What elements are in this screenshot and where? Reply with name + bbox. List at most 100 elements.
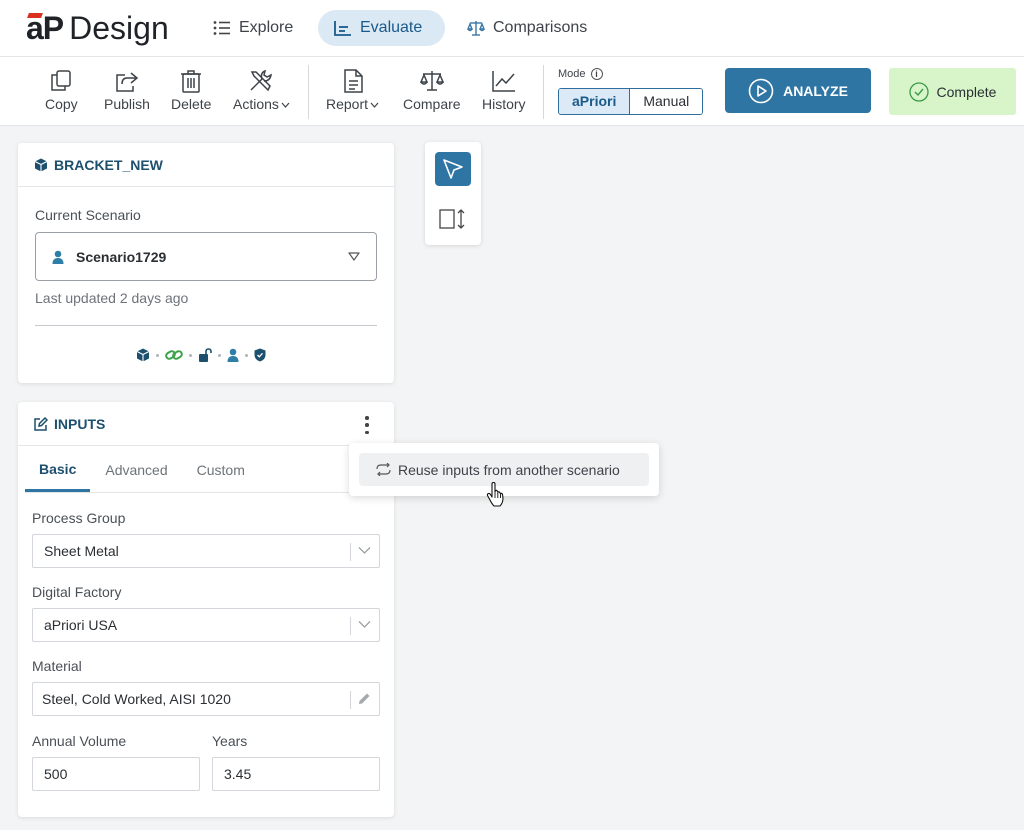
last-updated: Last updated 2 days ago xyxy=(35,290,189,306)
part-title: BRACKET_NEW xyxy=(54,156,163,173)
scenario-select[interactable]: Scenario1729 xyxy=(35,232,377,281)
check-circle-icon xyxy=(908,81,929,102)
copy-button[interactable]: Copy xyxy=(45,69,78,112)
app-logo[interactable]: aP Design xyxy=(26,10,169,46)
delete-button[interactable]: Delete xyxy=(171,69,211,112)
status-badge: Complete xyxy=(889,68,1016,115)
status-text: Complete xyxy=(936,83,997,100)
link-icon[interactable] xyxy=(165,348,183,362)
top-nav: aP Design Explore Evaluate Comparisons xyxy=(0,0,1024,57)
share-icon xyxy=(116,72,139,92)
chart-icon xyxy=(334,21,351,36)
unlock-icon[interactable] xyxy=(198,348,212,362)
tab-basic[interactable]: Basic xyxy=(25,447,91,492)
inputs-tabs: Basic Advanced Custom xyxy=(25,447,394,493)
trash-icon xyxy=(181,70,202,93)
delete-label: Delete xyxy=(171,96,212,112)
user-icon[interactable] xyxy=(227,348,239,362)
refresh-icon xyxy=(376,463,391,476)
material-value: Steel, Cold Worked, AISI 1020 xyxy=(42,691,231,707)
tab-advanced[interactable]: Advanced xyxy=(91,447,181,492)
compare-label: Compare xyxy=(403,96,461,112)
actions-label: Actions xyxy=(233,96,290,112)
nav-tab-label: Explore xyxy=(239,19,294,36)
chevron-down-icon xyxy=(358,547,371,554)
material-field[interactable]: Steel, Cold Worked, AISI 1020 xyxy=(32,682,380,716)
years-value: 3.45 xyxy=(224,766,252,782)
user-icon xyxy=(52,250,64,264)
info-icon[interactable]: i xyxy=(590,68,603,80)
logo-mark: aP xyxy=(26,9,64,46)
copy-label: Copy xyxy=(45,96,78,112)
cursor-arrow-icon xyxy=(443,159,463,179)
nav-tab-label: Evaluate xyxy=(360,19,423,36)
inputs-title: INPUTS xyxy=(54,415,106,432)
scenario-value: Scenario1729 xyxy=(76,248,167,265)
annual-volume-label: Annual Volume xyxy=(32,733,127,749)
part-card-header: BRACKET_NEW xyxy=(18,143,394,187)
section-view-icon xyxy=(439,209,465,229)
scale-icon xyxy=(467,21,485,36)
nav-tab-evaluate[interactable]: Evaluate xyxy=(318,10,445,46)
scale-icon xyxy=(419,71,444,91)
list-icon xyxy=(213,21,230,35)
cube-icon xyxy=(34,158,48,171)
logo-name: Design xyxy=(69,9,169,46)
inputs-card: INPUTS Basic Advanced Custom Process Gro… xyxy=(18,402,394,817)
years-label: Years xyxy=(212,733,248,749)
process-group-value: Sheet Metal xyxy=(44,543,119,559)
chevron-down-icon xyxy=(370,102,379,108)
mode-option-apriori[interactable]: aPriori xyxy=(559,89,631,114)
hand-cursor-icon xyxy=(486,482,504,507)
nav-tab-comparisons[interactable]: Comparisons xyxy=(451,10,603,46)
analyze-button[interactable]: ANALYZE xyxy=(725,68,871,113)
inputs-card-header: INPUTS xyxy=(18,402,394,446)
process-group-select[interactable]: Sheet Metal xyxy=(32,534,380,568)
toolbar-divider xyxy=(308,65,309,119)
document-icon xyxy=(343,69,363,93)
cube-icon[interactable] xyxy=(136,348,150,362)
caret-down-icon xyxy=(348,252,360,261)
digital-factory-select[interactable]: aPriori USA xyxy=(32,608,380,642)
tools-icon xyxy=(250,69,273,92)
publish-button[interactable]: Publish xyxy=(104,69,150,112)
mode-option-manual[interactable]: Manual xyxy=(630,89,703,114)
report-label: Report xyxy=(326,96,379,112)
compare-button[interactable]: Compare xyxy=(403,69,461,112)
edit-icon xyxy=(34,416,48,431)
play-icon xyxy=(748,78,774,103)
history-label: History xyxy=(482,96,526,112)
line-chart-icon xyxy=(492,71,515,92)
chevron-down-icon xyxy=(358,621,371,628)
part-card: BRACKET_NEW Current Scenario Scenario172… xyxy=(18,143,394,383)
years-input[interactable]: 3.45 xyxy=(212,757,380,791)
mode-label: Mode i xyxy=(558,68,603,80)
process-group-label: Process Group xyxy=(32,510,126,526)
material-label: Material xyxy=(32,658,82,674)
divider xyxy=(35,325,377,326)
report-button[interactable]: Report xyxy=(326,69,379,112)
chevron-down-icon xyxy=(281,102,290,108)
current-scenario-label: Current Scenario xyxy=(35,207,141,223)
reuse-inputs-label: Reuse inputs from another scenario xyxy=(398,461,620,478)
select-tool-button[interactable] xyxy=(435,152,471,186)
digital-factory-label: Digital Factory xyxy=(32,584,122,600)
actions-button[interactable]: Actions xyxy=(233,69,290,112)
annual-volume-value: 500 xyxy=(44,766,68,782)
more-options-button[interactable] xyxy=(360,416,374,434)
annual-volume-input[interactable]: 500 xyxy=(32,757,200,791)
section-tool-button[interactable] xyxy=(439,208,467,235)
history-button[interactable]: History xyxy=(482,69,526,112)
digital-factory-value: aPriori USA xyxy=(44,617,118,633)
analyze-label: ANALYZE xyxy=(783,82,848,99)
viewer-tools xyxy=(425,142,481,245)
nav-tab-explore[interactable]: Explore xyxy=(197,10,309,46)
tab-custom[interactable]: Custom xyxy=(183,447,259,492)
toolbar-divider xyxy=(543,65,544,119)
pencil-icon[interactable] xyxy=(357,692,371,706)
shield-icon[interactable] xyxy=(254,348,266,362)
status-icons xyxy=(136,348,266,362)
nav-tab-label: Comparisons xyxy=(493,19,588,36)
publish-label: Publish xyxy=(104,96,150,112)
copy-icon xyxy=(51,70,72,91)
